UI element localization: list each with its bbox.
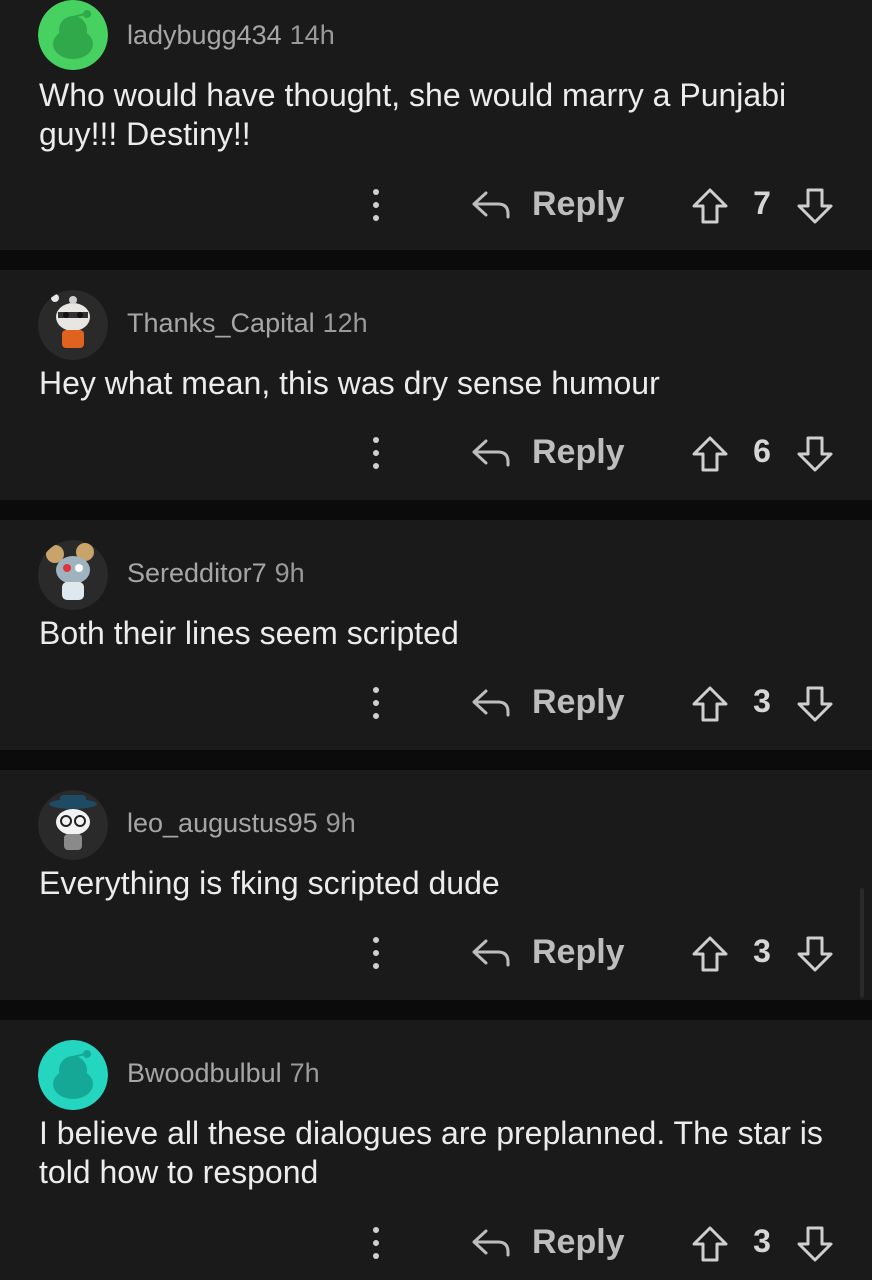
comment: Seredditor7 9h Both their lines seem scri… [0, 520, 872, 750]
avatar[interactable] [38, 0, 108, 70]
comment-text: I believe all these dialogues are prepla… [39, 1115, 823, 1190]
downvote-arrow-icon[interactable] [795, 186, 835, 226]
upvote-arrow-icon[interactable] [690, 1224, 730, 1264]
comment-text: Who would have thought, she would marry … [39, 77, 787, 152]
comment-feed: ladybugg434 14h Who would have thought, s… [0, 0, 872, 1280]
snoo-avatar-icon [38, 290, 108, 360]
vote-score: 3 [753, 933, 771, 969]
more-vertical-icon[interactable] [360, 678, 392, 728]
more-vertical-icon[interactable] [360, 928, 392, 978]
comment-actions: Reply 3 [0, 1218, 872, 1268]
downvote-arrow-icon[interactable] [795, 1224, 835, 1264]
snoo-avatar-icon [38, 1040, 108, 1110]
author-name[interactable]: Bwoodbulbul [127, 1058, 282, 1088]
scrollbar[interactable] [860, 888, 864, 998]
avatar[interactable] [38, 290, 108, 360]
comment-meta: ladybugg434 14h [127, 20, 335, 51]
vote-score: 7 [753, 185, 771, 221]
timestamp: 14h [289, 20, 335, 50]
author-name[interactable]: ladybugg434 [127, 20, 282, 50]
reply-arrow-icon [472, 1229, 510, 1257]
comment-actions: Reply 7 [0, 180, 872, 230]
upvote-arrow-icon[interactable] [690, 684, 730, 724]
upvote-arrow-icon[interactable] [690, 434, 730, 474]
reply-label: Reply [532, 185, 625, 223]
author-name[interactable]: leo_augustus95 [127, 808, 318, 838]
reply-button[interactable]: Reply [470, 1218, 630, 1268]
downvote-arrow-icon[interactable] [795, 934, 835, 974]
comment-meta: Bwoodbulbul 7h [127, 1058, 320, 1089]
comment-actions: Reply 3 [0, 928, 872, 978]
comment-actions: Reply 6 [0, 428, 872, 478]
comment-meta: Seredditor7 9h [127, 558, 305, 589]
timestamp: 12h [322, 308, 368, 338]
comment: ladybugg434 14h Who would have thought, s… [0, 0, 872, 250]
author-name[interactable]: Thanks_Capital [127, 308, 315, 338]
comment: Thanks_Capital 12h Hey what mean, this wa… [0, 270, 872, 500]
downvote-arrow-icon[interactable] [795, 684, 835, 724]
comment: Bwoodbulbul 7h I believe all these dialog… [0, 1020, 872, 1280]
upvote-arrow-icon[interactable] [690, 934, 730, 974]
comment-text: Hey what mean, this was dry sense humour [39, 365, 660, 401]
author-name[interactable]: Seredditor7 [127, 558, 267, 588]
reply-button[interactable]: Reply [470, 678, 630, 728]
vote-score: 3 [753, 1223, 771, 1259]
avatar[interactable] [38, 540, 108, 610]
downvote-arrow-icon[interactable] [795, 434, 835, 474]
comment-meta: leo_augustus95 9h [127, 808, 356, 839]
more-vertical-icon[interactable] [360, 428, 392, 478]
snoo-avatar-icon [38, 790, 108, 860]
timestamp: 7h [289, 1058, 320, 1088]
reply-label: Reply [532, 1223, 625, 1261]
reply-label: Reply [532, 933, 625, 971]
reply-arrow-icon [472, 689, 510, 717]
comment-actions: Reply 3 [0, 678, 872, 728]
more-vertical-icon[interactable] [360, 1218, 392, 1268]
vote-score: 6 [753, 433, 771, 469]
avatar[interactable] [38, 1040, 108, 1110]
timestamp: 9h [274, 558, 305, 588]
reply-arrow-icon [472, 939, 510, 967]
vote-score: 3 [753, 683, 771, 719]
reply-button[interactable]: Reply [470, 428, 630, 478]
reply-button[interactable]: Reply [470, 928, 630, 978]
reply-label: Reply [532, 683, 625, 721]
comment: leo_augustus95 9h Everything is fking scr… [0, 770, 872, 1000]
avatar[interactable] [38, 790, 108, 860]
reply-arrow-icon [472, 439, 510, 467]
more-vertical-icon[interactable] [360, 180, 392, 230]
comment-text: Everything is fking scripted dude [39, 865, 500, 901]
comment-text: Both their lines seem scripted [39, 615, 459, 651]
snoo-avatar-icon [38, 540, 108, 610]
snoo-avatar-icon [38, 0, 108, 70]
upvote-arrow-icon[interactable] [690, 186, 730, 226]
reply-label: Reply [532, 433, 625, 471]
comment-meta: Thanks_Capital 12h [127, 308, 368, 339]
timestamp: 9h [325, 808, 356, 838]
reply-arrow-icon [472, 191, 510, 219]
reply-button[interactable]: Reply [470, 180, 630, 230]
